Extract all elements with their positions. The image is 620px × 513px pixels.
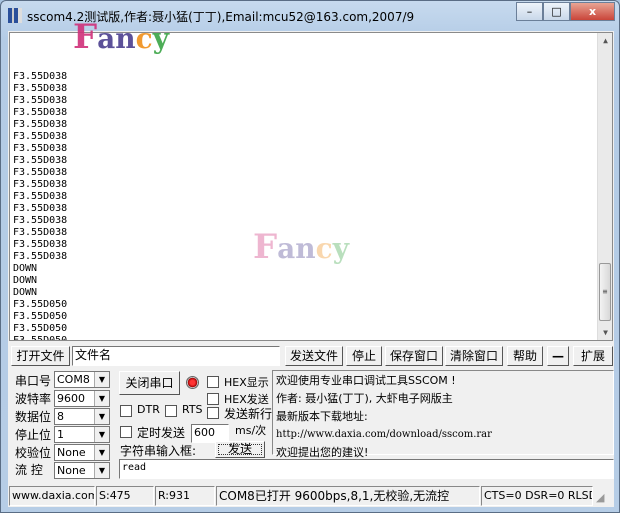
output-line: F3.55D038 bbox=[13, 143, 68, 154]
status-received-count: R:931 bbox=[155, 486, 215, 506]
chevron-down-icon[interactable]: ▼ bbox=[94, 409, 109, 424]
output-line: F3.55D038 bbox=[13, 71, 68, 82]
data-bits-label: 数据位 bbox=[15, 410, 52, 424]
send-file-button[interactable]: 发送文件 bbox=[285, 346, 343, 366]
port-value: COM8 bbox=[57, 373, 90, 386]
port-label: 串口号 bbox=[15, 374, 52, 388]
baud-value: 9600 bbox=[57, 392, 85, 405]
flow-control-select[interactable]: None ▼ bbox=[54, 462, 110, 479]
hex-send-checkbox[interactable] bbox=[207, 393, 219, 405]
stop-bits-value: 1 bbox=[57, 428, 64, 441]
baud-select[interactable]: 9600 ▼ bbox=[54, 390, 110, 407]
expand-button[interactable]: 扩展 bbox=[573, 346, 613, 366]
info-link[interactable]: http://www.daxia.com/download/sscom.rar bbox=[276, 426, 613, 444]
watermark-logo: Fancy bbox=[253, 227, 349, 267]
baud-label: 波特率 bbox=[15, 392, 52, 406]
client-area: ▲ ≡ ▼ F3.55D038 F3.55D038 F3.55D038 F3.55D0… bbox=[8, 17, 614, 507]
status-lines: CTS=0 DSR=0 RLSD=0 bbox=[481, 486, 593, 506]
open-file-button[interactable]: 打开文件 bbox=[11, 346, 70, 366]
vertical-scrollbar[interactable]: ▲ ≡ ▼ bbox=[597, 33, 612, 340]
rts-checkbox[interactable] bbox=[165, 405, 177, 417]
output-line: F3.55D050 bbox=[13, 335, 68, 341]
output-line: F3.55D038 bbox=[13, 203, 68, 214]
help-button[interactable]: 帮助 bbox=[507, 346, 543, 366]
clear-window-button[interactable]: 清除窗口 bbox=[445, 346, 503, 366]
info-line: 作者: 聂小猛(丁丁), 大虾电子网版主 bbox=[276, 392, 453, 405]
stop-bits-select[interactable]: 1 ▼ bbox=[54, 426, 110, 443]
output-line: F3.55D038 bbox=[13, 131, 68, 142]
chevron-down-icon[interactable]: ▼ bbox=[94, 427, 109, 442]
chevron-down-icon[interactable]: ▼ bbox=[94, 391, 109, 406]
output-line: F3.55D050 bbox=[13, 323, 68, 334]
close-button[interactable]: x bbox=[570, 2, 615, 21]
output-line: F3.55D038 bbox=[13, 215, 68, 226]
flow-control-value: None bbox=[57, 464, 86, 477]
output-line: F3.55D038 bbox=[13, 83, 68, 94]
info-panel: 欢迎使用专业串口调试工具SSCOM ! 作者: 聂小猛(丁丁), 大虾电子网版主… bbox=[272, 370, 614, 459]
output-line: F3.55D050 bbox=[13, 299, 68, 310]
chevron-down-icon[interactable]: ▼ bbox=[94, 463, 109, 478]
status-site[interactable]: www.daxia.com bbox=[9, 486, 95, 506]
maximize-button[interactable]: □ bbox=[543, 2, 570, 21]
output-line: F3.55D038 bbox=[13, 155, 68, 166]
send-newline-label: 发送新行 bbox=[224, 407, 273, 421]
parity-select[interactable]: None ▼ bbox=[54, 444, 110, 461]
dtr-checkbox[interactable] bbox=[120, 405, 132, 417]
chevron-down-icon[interactable]: ▼ bbox=[94, 445, 109, 460]
output-line: F3.55D038 bbox=[13, 167, 68, 178]
stop-bits-label: 停止位 bbox=[15, 428, 52, 442]
port-select[interactable]: COM8 ▼ bbox=[54, 371, 110, 388]
info-line: 欢迎使用专业串口调试工具SSCOM ! bbox=[276, 374, 456, 387]
data-bits-value: 8 bbox=[57, 410, 64, 423]
receive-text-area[interactable]: ▲ ≡ ▼ F3.55D038 F3.55D038 F3.55D038 F3.55D0… bbox=[9, 32, 613, 341]
scroll-down-icon[interactable]: ▼ bbox=[598, 325, 612, 340]
timed-send-checkbox[interactable] bbox=[120, 426, 132, 438]
status-sent-count: S:475 bbox=[96, 486, 154, 506]
info-line: 欢迎提出您的建议! bbox=[276, 446, 369, 459]
send-newline-checkbox[interactable] bbox=[207, 407, 219, 419]
output-line: F3.55D038 bbox=[13, 191, 68, 202]
string-input-label: 字符串输入框: bbox=[120, 444, 197, 458]
app-icon bbox=[8, 8, 22, 23]
status-port: COM8已打开 9600bps,8,1,无校验,无流控 bbox=[216, 486, 480, 506]
save-window-button[interactable]: 保存窗口 bbox=[385, 346, 443, 366]
send-text-input[interactable]: read bbox=[119, 459, 614, 479]
stop-button[interactable]: 停止 bbox=[346, 346, 382, 366]
main-window: sscom4.2测试版,作者:聂小猛(丁丁),Email:mcu52@163.c… bbox=[0, 0, 620, 513]
timed-send-label: 定时发送 bbox=[137, 426, 186, 440]
output-line: F3.55D038 bbox=[13, 95, 68, 106]
close-port-button[interactable]: 关闭串口 bbox=[119, 371, 180, 395]
dtr-label: DTR bbox=[137, 403, 160, 416]
scroll-up-icon[interactable]: ▲ bbox=[598, 33, 612, 48]
output-line: DOWN bbox=[13, 287, 38, 298]
collapse-button[interactable]: — bbox=[547, 346, 569, 366]
watermark-logo: Fancy bbox=[73, 17, 169, 57]
interval-unit: ms/次 bbox=[235, 424, 267, 437]
output-line: F3.55D050 bbox=[13, 311, 68, 322]
chevron-down-icon[interactable]: ▼ bbox=[94, 372, 109, 387]
hex-display-label: HEX显示 bbox=[224, 376, 269, 389]
flow-control-label: 流 控 bbox=[15, 463, 43, 477]
rts-label: RTS bbox=[182, 403, 203, 416]
output-line: DOWN bbox=[13, 275, 38, 286]
output-line: F3.55D038 bbox=[13, 179, 68, 190]
filename-input[interactable]: 文件名 bbox=[72, 346, 280, 366]
output-line: F3.55D038 bbox=[13, 119, 68, 130]
parity-value: None bbox=[57, 446, 86, 459]
parity-label: 校验位 bbox=[15, 446, 52, 460]
scroll-thumb[interactable]: ≡ bbox=[599, 263, 611, 321]
resize-grip-icon[interactable]: ◢ bbox=[596, 491, 604, 504]
hex-display-checkbox[interactable] bbox=[207, 376, 219, 388]
data-bits-select[interactable]: 8 ▼ bbox=[54, 408, 110, 425]
port-status-indicator-icon bbox=[186, 376, 199, 389]
output-line: F3.55D038 bbox=[13, 107, 68, 118]
info-line: 最新版本下载地址: bbox=[276, 410, 368, 423]
minimize-button[interactable]: – bbox=[516, 2, 543, 21]
send-button[interactable]: 发送 bbox=[215, 441, 265, 458]
